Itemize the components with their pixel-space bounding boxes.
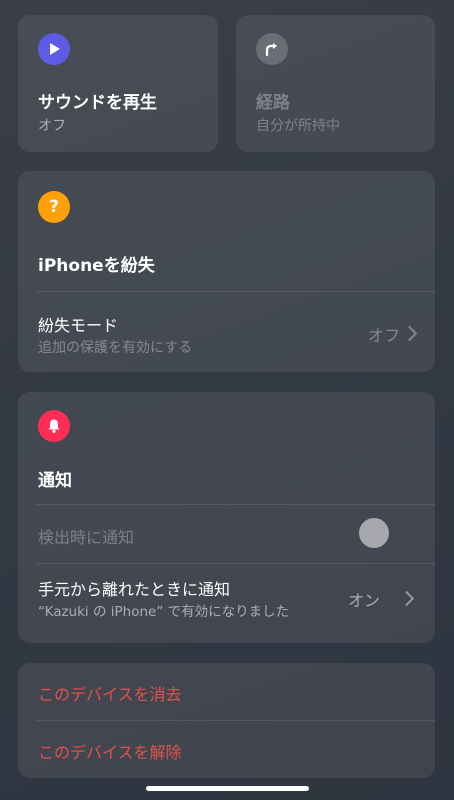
bell-icon	[38, 410, 70, 442]
lost-card: ? iPhoneを紛失 紛失モード 追加の保護を有効にする オフ	[18, 171, 435, 372]
lost-mode-sub: 追加の保護を有効にする	[38, 340, 193, 356]
question-icon: ?	[38, 191, 70, 223]
lost-mode-label: 紛失モード	[38, 316, 119, 335]
play-sound-title: サウンドを再生	[38, 93, 157, 113]
notify-when-found-row: 検出時に通知	[18, 505, 435, 563]
toggle-knob	[359, 518, 389, 548]
turn-arrow-icon	[256, 33, 288, 65]
lost-mode-row[interactable]: 紛失モード 追加の保護を有効にする オフ	[18, 292, 435, 372]
directions-title: 経路	[256, 93, 290, 113]
notifications-card: 通知 検出時に通知 手元から離れたときに通知 “Kazuki の iPhone”…	[18, 392, 435, 643]
notify-left-behind-value: オン	[348, 591, 381, 610]
lost-mode-value: オフ	[368, 326, 401, 345]
notify-when-found-label: 検出時に通知	[38, 528, 135, 547]
directions-status: 自分が所持中	[256, 118, 340, 134]
directions-card[interactable]: 経路 自分が所持中	[236, 15, 435, 152]
chevron-right-icon	[398, 590, 415, 607]
play-icon	[38, 33, 70, 65]
divider	[36, 720, 435, 721]
notify-left-behind-label: 手元から離れたときに通知	[38, 580, 231, 599]
device-actions-card: このデバイスを消去 このデバイスを解除	[18, 663, 435, 778]
notify-when-left-behind-row[interactable]: 手元から離れたときに通知 “Kazuki の iPhone” で有効になりました…	[18, 564, 435, 643]
home-indicator[interactable]	[146, 786, 309, 791]
remove-device-button[interactable]: このデバイスを解除	[38, 739, 182, 763]
notify-left-behind-sub: “Kazuki の iPhone” で有効になりました	[38, 604, 290, 620]
chevron-right-icon	[401, 325, 418, 342]
lost-title: iPhoneを紛失	[38, 256, 155, 276]
notifications-title: 通知	[38, 471, 72, 491]
play-sound-card[interactable]: サウンドを再生 オフ	[18, 15, 218, 152]
play-sound-status: オフ	[38, 118, 66, 134]
notify-when-found-toggle[interactable]	[356, 517, 408, 549]
erase-device-button[interactable]: このデバイスを消去	[38, 681, 182, 705]
